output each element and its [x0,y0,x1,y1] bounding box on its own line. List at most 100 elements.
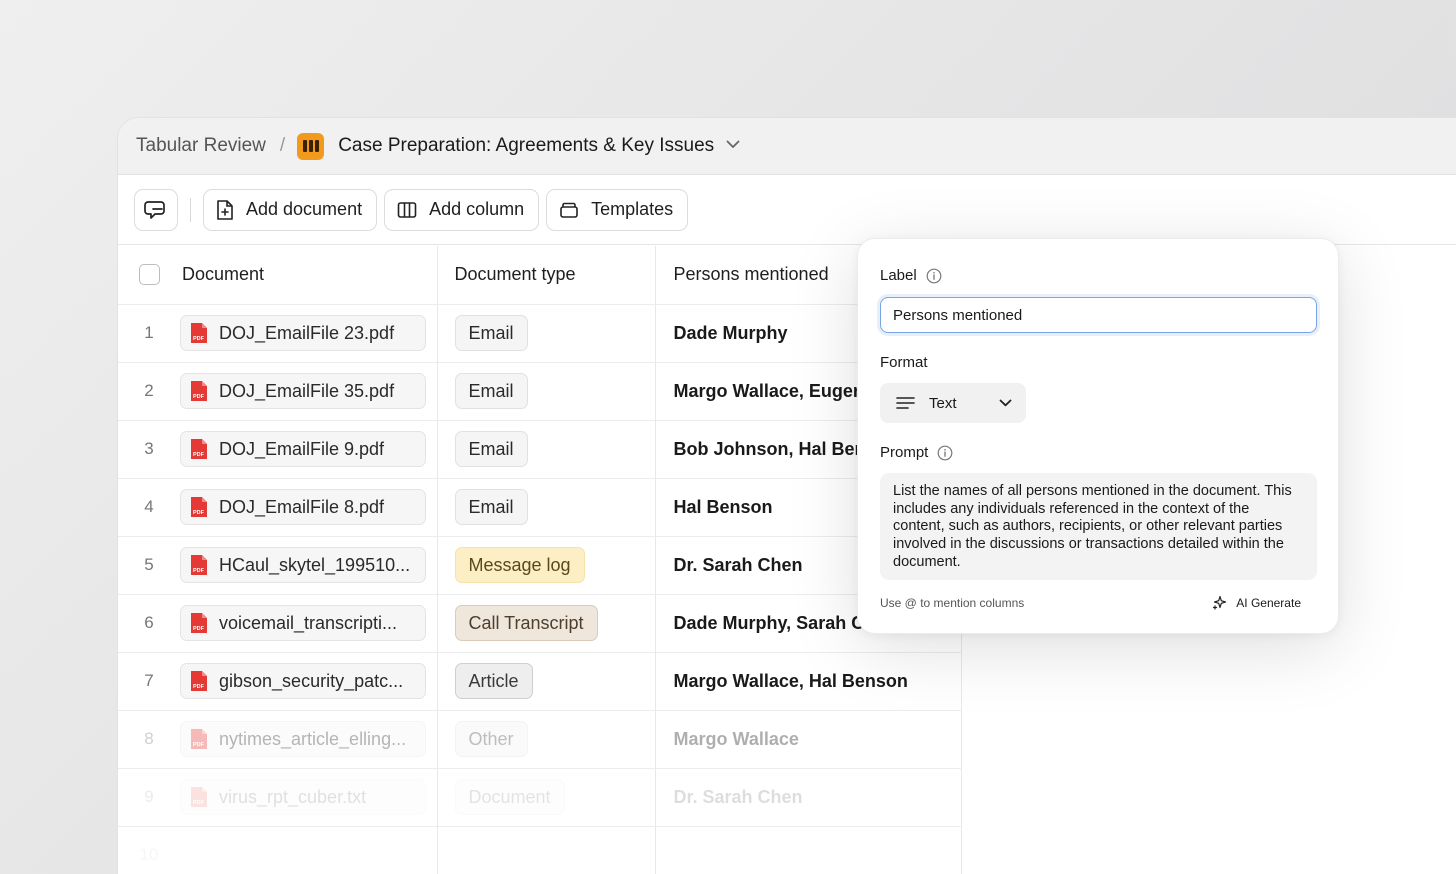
svg-text:PDF: PDF [193,626,205,632]
persons-mentioned-value: Dr. Sarah Chen [673,786,803,807]
document-type-tag[interactable]: Other [454,721,528,757]
svg-text:PDF: PDF [193,568,205,574]
info-icon[interactable] [937,445,953,461]
chevron-down-icon[interactable] [726,136,740,153]
prompt-heading-text: Prompt [880,444,929,461]
pdf-file-icon: PDF [190,554,208,576]
label-heading: Label [880,267,942,284]
pdf-file-icon: PDF [190,786,208,808]
document-cell: PDF virus_rpt_cuber.txt [180,768,438,827]
document-filename: HCaul_skytel_199510... [219,554,411,575]
document-chip[interactable]: PDF DOJ_EmailFile 8.pdf [180,489,426,525]
pdf-file-icon: PDF [190,612,208,634]
document-chip[interactable]: PDF voicemail_transcripti... [180,605,426,641]
table-row[interactable]: 2 PDF DOJ_EmailFile 35.pdf Email Margo Walla… [118,362,962,421]
persons-mentioned-value: Margo Wallace, Euger [673,380,860,401]
row-number: 5 [118,536,180,595]
table-row[interactable]: 3 PDF DOJ_EmailFile 9.pdf Email Bob Johnson,… [118,420,962,479]
document-cell: PDF voicemail_transcripti... [180,594,438,653]
row-number: 3 [118,420,180,479]
document-filename: virus_rpt_cuber.txt [219,786,367,807]
table-row[interactable]: 4 PDF DOJ_EmailFile 8.pdf Email Hal Benson [118,478,962,537]
templates-button[interactable]: Templates [546,188,689,231]
document-type-cell: Email [437,362,656,421]
pdf-file-icon: PDF [190,496,208,518]
header-document[interactable]: Document [180,246,438,305]
document-type-cell: Article [437,652,656,711]
breadcrumb-root[interactable]: Tabular Review [136,135,266,157]
document-type-tag[interactable]: Document [454,779,565,815]
table-row[interactable]: 9 PDF virus_rpt_cuber.txt Document Dr. Sarah… [118,768,962,827]
mention-hint: Use @ to mention columns [880,596,1025,610]
table-row[interactable]: 7 PDF gibson_security_patc... Article Margo … [118,652,962,711]
row-number: 4 [118,478,180,537]
svg-text:PDF: PDF [193,510,205,516]
prompt-heading: Prompt [880,444,953,461]
ai-generate-button[interactable]: AI Generate [1212,595,1301,610]
document-type-cell: Email [437,420,656,479]
persons-cell: Margo Wallace [655,710,962,769]
persons-cell: Margo Wallace, Hal Benson [655,652,962,711]
table-body: 1 PDF DOJ_EmailFile 23.pdf Email Dade Murphy… [118,304,962,874]
add-document-label: Add document [246,199,363,219]
document-cell: PDF HCaul_skytel_199510... [180,536,438,595]
sparkle-icon [1212,595,1227,610]
pdf-file-icon: PDF [190,438,208,460]
svg-text:PDF: PDF [193,336,205,342]
document-filename: DOJ_EmailFile 35.pdf [219,380,395,401]
review-table: Document Document type Persons mentioned… [118,246,962,874]
document-cell [180,826,438,874]
document-type-tag[interactable]: Article [454,663,533,699]
document-type-tag[interactable]: Email [454,489,528,525]
document-cell: PDF DOJ_EmailFile 9.pdf [180,420,438,479]
row-number: 10 [118,826,180,874]
table-row[interactable]: 6 PDF voicemail_transcripti... Call Transcr… [118,594,962,653]
toolbar-divider [190,197,191,222]
row-number: 7 [118,652,180,711]
page-title[interactable]: Case Preparation: Agreements & Key Issue… [338,135,714,157]
document-chip[interactable]: PDF gibson_security_patc... [180,663,426,699]
document-filename: voicemail_transcripti... [219,612,398,633]
document-type-tag[interactable]: Call Transcript [454,605,598,641]
document-type-cell: Message log [437,536,656,595]
svg-text:PDF: PDF [193,452,205,458]
label-input[interactable] [880,297,1317,333]
row-number: 9 [118,768,180,827]
row-number: 8 [118,710,180,769]
persons-mentioned-value: Margo Wallace [673,728,799,749]
chat-button[interactable] [134,188,178,231]
breadcrumb: Tabular Review / Case Preparation: Agree… [118,118,1456,175]
prompt-textarea[interactable]: List the names of all persons mentioned … [880,473,1317,580]
info-icon[interactable] [926,268,942,284]
document-chip[interactable]: PDF DOJ_EmailFile 35.pdf [180,373,426,409]
columns-icon [397,201,417,219]
table-row[interactable]: 8 PDF nytimes_article_elling... Other Margo … [118,710,962,769]
document-type-tag[interactable]: Message log [454,547,585,583]
pdf-file-icon: PDF [190,380,208,402]
document-filename: nytimes_article_elling... [219,728,407,749]
document-type-tag[interactable]: Email [454,431,528,467]
document-chip[interactable]: PDF HCaul_skytel_199510... [180,547,426,583]
select-all-checkbox[interactable] [138,264,160,286]
tabular-review-icon [297,132,325,160]
document-type-tag[interactable]: Email [454,315,528,351]
persons-mentioned-value: Hal Benson [673,496,773,517]
table-header-row: Document Document type Persons mentioned [118,246,962,305]
document-chip[interactable]: PDF nytimes_article_elling... [180,721,426,757]
templates-icon [559,201,579,219]
document-type-cell: Email [437,478,656,537]
add-document-button[interactable]: Add document [203,188,378,231]
document-chip[interactable]: PDF virus_rpt_cuber.txt [180,779,426,815]
format-select[interactable]: Text [880,383,1026,423]
row-number: 1 [118,304,180,363]
document-type-tag[interactable]: Email [454,373,528,409]
add-column-button[interactable]: Add column [384,188,540,231]
table-row[interactable]: 5 PDF HCaul_skytel_199510... Message log Dr.… [118,536,962,595]
table-row[interactable]: 1 PDF DOJ_EmailFile 23.pdf Email Dade Murphy [118,304,962,363]
document-chip[interactable]: PDF DOJ_EmailFile 23.pdf [180,315,426,351]
svg-text:PDF: PDF [193,684,205,690]
header-document-type[interactable]: Document type [437,246,656,305]
table-row[interactable]: 10 [118,826,962,874]
document-chip[interactable]: PDF DOJ_EmailFile 9.pdf [180,431,426,467]
document-cell: PDF DOJ_EmailFile 8.pdf [180,478,438,537]
